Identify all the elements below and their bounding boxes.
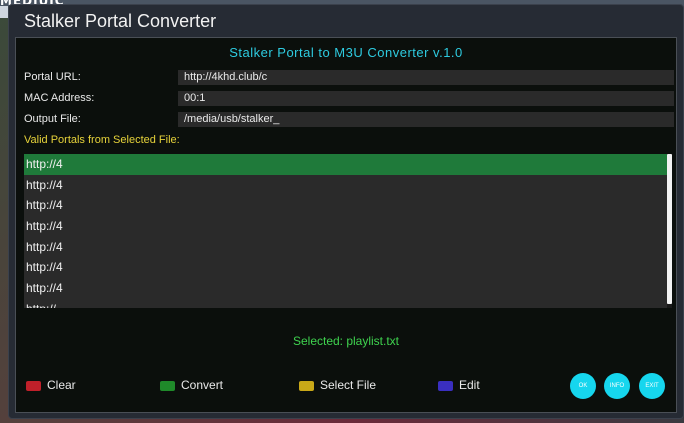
scrollbar-thumb[interactable] — [667, 154, 672, 304]
portal-list-item[interactable]: http://4 — [24, 195, 672, 216]
mac-address-field[interactable]: 00:1 — [178, 91, 674, 106]
edit-key-label: Edit — [459, 378, 480, 392]
output-file-label: Output File: — [24, 113, 81, 125]
portal-url-field[interactable]: http://4khd.club/c — [178, 70, 674, 85]
clear-key-label: Clear — [47, 378, 76, 392]
portal-list-item[interactable]: http://4 — [24, 278, 672, 299]
background-icon — [0, 6, 8, 18]
exit-button[interactable]: EXIT — [639, 373, 665, 399]
portal-list-item[interactable]: http:// — [24, 299, 672, 308]
converter-header: Stalker Portal to M3U Converter v.1.0 — [229, 45, 463, 60]
blue-key-icon — [438, 381, 453, 391]
portal-list-item[interactable]: http://4 — [24, 175, 672, 196]
main-panel: Stalker Portal to M3U Converter v.1.0 Po… — [15, 37, 677, 413]
yellow-key-icon — [299, 381, 314, 391]
portal-list-item[interactable]: http://4 — [24, 237, 672, 258]
red-key-icon — [26, 381, 41, 391]
window-title: Stalker Portal Converter — [24, 11, 217, 31]
portal-list-item[interactable]: http://4 — [24, 257, 672, 278]
list-scrollbar[interactable] — [667, 154, 672, 308]
title-bar: Stalker Portal Converter — [9, 5, 683, 37]
portal-list-item-selected[interactable]: http://4 — [24, 154, 672, 175]
output-file-field[interactable]: /media/usb/stalker_ — [178, 112, 674, 127]
portal-list[interactable]: http://4 http://4 http://4 http://4 http… — [24, 154, 672, 308]
portal-list-heading: Valid Portals from Selected File: — [24, 134, 180, 146]
converter-window: Stalker Portal Converter Stalker Portal … — [8, 4, 684, 419]
green-key-icon — [160, 381, 175, 391]
convert-key-label: Convert — [181, 378, 224, 392]
selected-file-status: Selected: playlist.txt — [292, 334, 400, 348]
select-file-key-label: Select File — [320, 378, 377, 392]
info-button[interactable]: INFO — [604, 373, 630, 399]
ok-button[interactable]: OK — [570, 373, 596, 399]
portal-list-item[interactable]: http://4 — [24, 216, 672, 237]
mac-address-label: MAC Address: — [24, 92, 95, 104]
portal-url-label: Portal URL: — [24, 71, 81, 83]
